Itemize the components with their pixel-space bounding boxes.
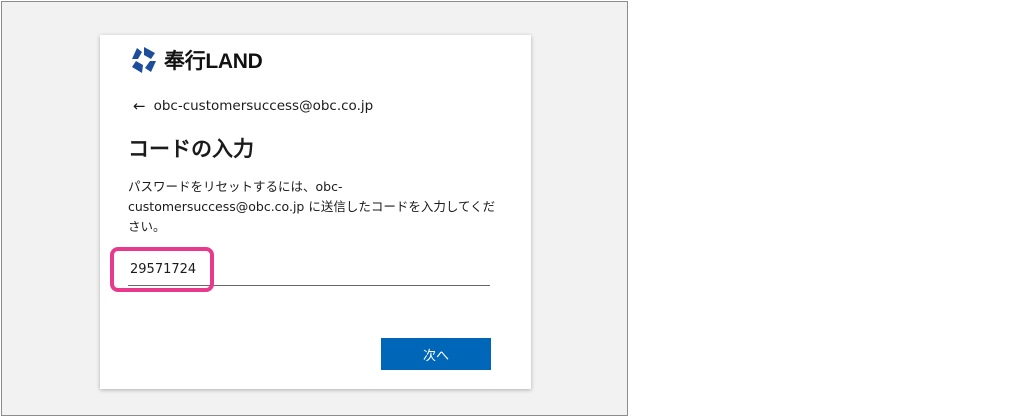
back-arrow-icon: ←	[133, 97, 146, 115]
obc-logo-icon	[132, 47, 156, 73]
instruction-text: パスワードをリセットするには、obc-customersuccess@obc.c…	[128, 179, 496, 234]
code-field-wrap	[128, 253, 490, 287]
back-to-account-button[interactable]: ← obc-customersuccess@obc.co.jp	[133, 97, 373, 115]
verification-code-input[interactable]	[128, 253, 490, 286]
logo-text: 奉行LAND	[164, 50, 263, 73]
account-email: obc-customersuccess@obc.co.jp	[153, 98, 374, 114]
brand-logo: 奉行LAND	[129, 45, 263, 75]
next-button[interactable]: 次へ	[381, 338, 491, 370]
signin-card: 奉行LAND ← obc-customersuccess@obc.co.jp コ…	[100, 35, 531, 389]
screenshot-frame: 奉行LAND ← obc-customersuccess@obc.co.jp コ…	[1, 1, 628, 416]
page-title: コードの入力	[128, 137, 254, 161]
